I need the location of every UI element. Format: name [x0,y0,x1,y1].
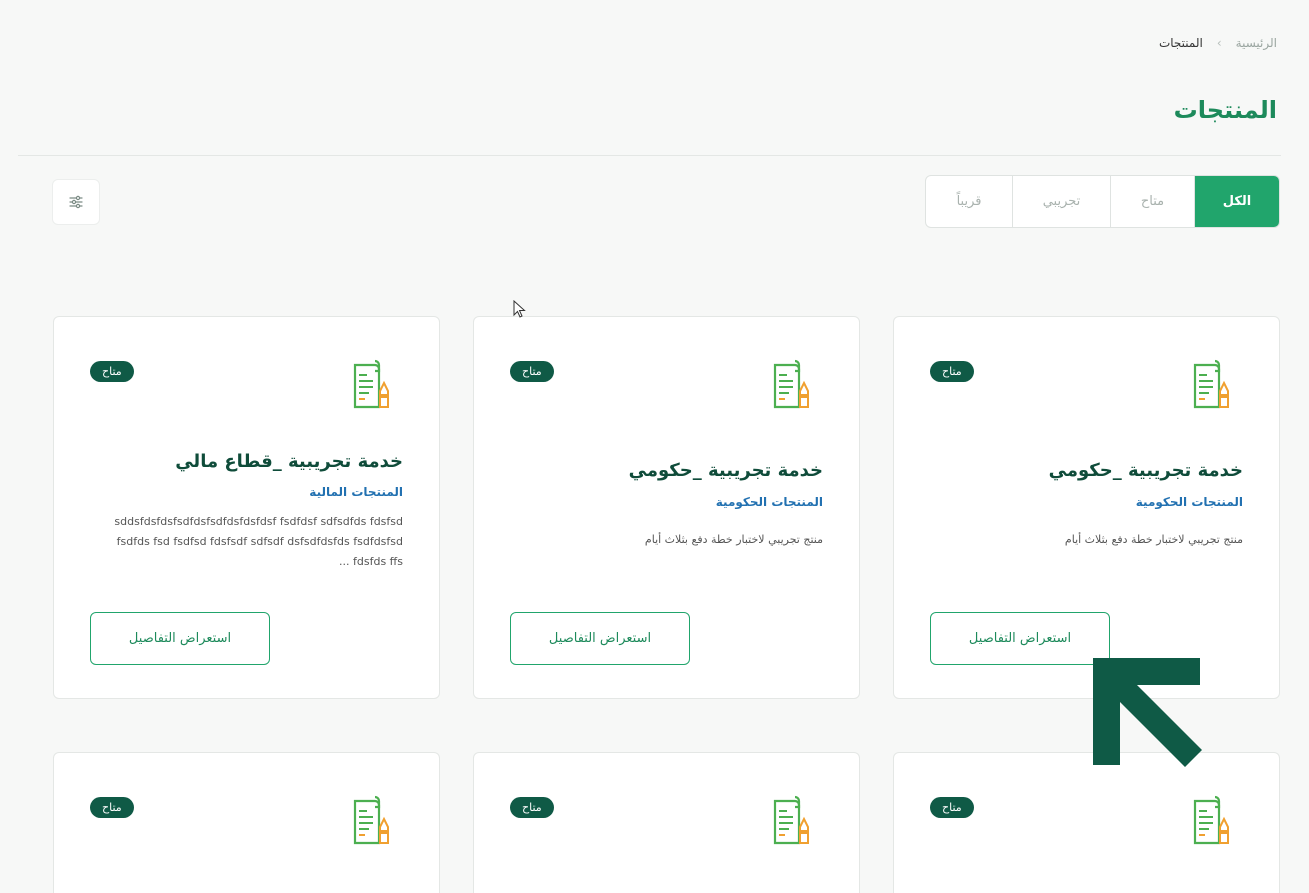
document-pen-icon [773,795,809,845]
breadcrumb-home-link[interactable]: الرئيسية [1236,36,1277,50]
card-category: المنتجات الحكومية [1135,495,1243,509]
status-badge: متاح [930,361,974,382]
view-details-button[interactable]: استعراض التفاصيل [510,612,690,665]
document-pen-icon [773,359,809,409]
card-category: المنتجات الحكومية [715,495,823,509]
filter-button[interactable] [52,179,100,225]
breadcrumb: الرئيسية › المنتجات [1159,36,1277,50]
card-title: خدمة تجريبية _حكومي [628,460,823,481]
page-title: المنتجات [1173,96,1277,124]
status-badge: متاح [510,797,554,818]
document-pen-icon [353,359,389,409]
product-card: متاح [53,752,440,893]
breadcrumb-separator-icon: › [1216,36,1222,50]
product-card: متاح [893,752,1280,893]
tab-all[interactable]: الكل [1194,176,1279,227]
product-card: متاح خدمة تجريبية _حكومي المنتجات الحكوم… [893,316,1280,699]
breadcrumb-current: المنتجات [1158,36,1203,50]
status-badge: متاح [90,797,134,818]
card-description: منتج تجريبي لاختبار خطة دفع بثلاث أيام [1064,533,1243,546]
header-divider [18,155,1281,156]
product-card: متاح خدمة تجريبية _قطاع مالي المنتجات ال… [53,316,440,699]
document-pen-icon [1193,795,1229,845]
document-pen-icon [353,795,389,845]
status-badge: متاح [90,361,134,382]
sliders-icon [69,195,83,209]
card-category: المنتجات المالية [309,485,403,499]
status-badge: متاح [510,361,554,382]
product-card: متاح [473,752,860,893]
document-pen-icon [1193,359,1229,409]
card-title: خدمة تجريبية _قطاع مالي [175,451,403,472]
mouse-cursor-icon [513,300,526,318]
status-badge: متاح [930,797,974,818]
card-description: sddsfdsfdsfsdfdsfsdfdsfdsfdsf fsdfdsf sd… [114,515,403,568]
view-details-button[interactable]: استعراض التفاصيل [930,612,1110,665]
view-details-button[interactable]: استعراض التفاصيل [90,612,270,665]
status-tabs: الكل متاح تجريبي قريباً [925,175,1280,228]
tab-available[interactable]: متاح [1110,176,1194,227]
tab-trial[interactable]: تجريبي [1012,176,1110,227]
card-title: خدمة تجريبية _حكومي [1048,460,1243,481]
product-card: متاح خدمة تجريبية _حكومي المنتجات الحكوم… [473,316,860,699]
arrow-up-left-icon [1093,658,1202,767]
card-description: منتج تجريبي لاختبار خطة دفع بثلاث أيام [644,533,823,546]
tab-coming-soon[interactable]: قريباً [926,176,1012,227]
